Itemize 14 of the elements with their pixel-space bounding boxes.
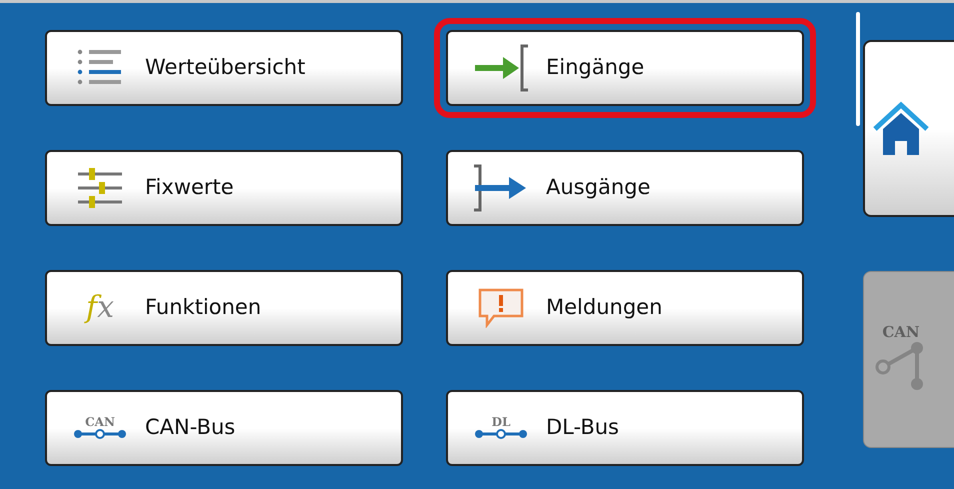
menu-button[interactable]: fx Funktionen (45, 270, 403, 346)
menu-button[interactable]: Eingänge (446, 30, 804, 106)
menu-button[interactable]: Ausgänge (446, 150, 804, 226)
menu-button[interactable]: Werteübersicht (45, 30, 403, 106)
home-icon (871, 100, 931, 156)
menu-button[interactable]: CAN CAN-Bus (45, 390, 403, 466)
function-icon: fx (86, 293, 114, 323)
speech-bubble-alert-icon (478, 288, 524, 328)
menu-button[interactable]: DL DL-Bus (446, 390, 804, 466)
arrow-into-bracket-icon (473, 43, 529, 93)
menu-button[interactable]: Meldungen (446, 270, 804, 346)
sliders-icon (76, 168, 124, 208)
menu-button[interactable]: Fixwerte (45, 150, 403, 226)
home-button[interactable] (863, 40, 954, 217)
